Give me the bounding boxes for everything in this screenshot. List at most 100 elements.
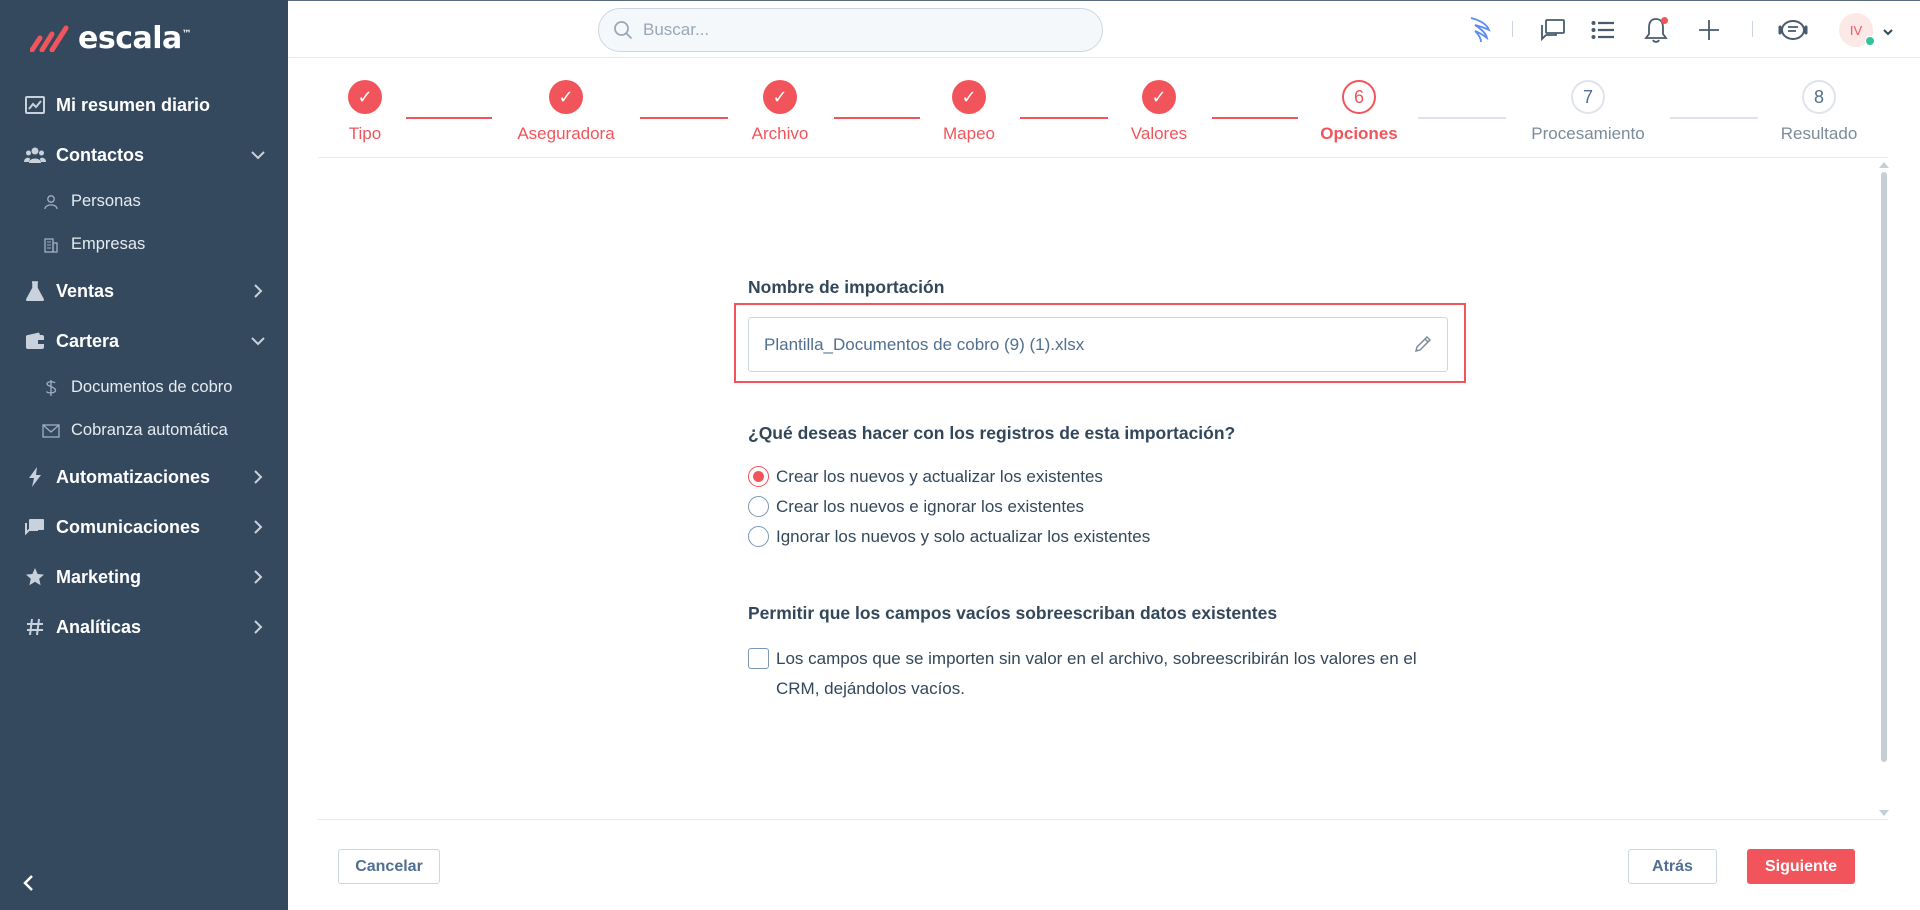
sidebar-item-contactos[interactable]: Contactos (0, 130, 288, 180)
overwrite-title: Permitir que los campos vacíos sobreescr… (748, 603, 1278, 623)
check-icon: ✓ (952, 80, 986, 114)
chevron-right-icon (250, 469, 266, 485)
sidebar-item-automatizaciones[interactable]: Automatizaciones (0, 452, 288, 502)
overwrite-checkbox[interactable] (748, 648, 769, 669)
radio-ignore-and-update[interactable]: Ignorar los nuevos y solo actualizar los… (748, 526, 1150, 547)
search-input[interactable] (643, 20, 1083, 40)
sidebar-subitem-personas[interactable]: Personas (0, 180, 288, 223)
step-number: 8 (1802, 80, 1836, 114)
check-icon: ✓ (1142, 80, 1176, 114)
step-procesamiento: 7 Procesamiento (1528, 80, 1648, 144)
chevron-down-icon (250, 333, 266, 349)
sidebar-item-label: Ventas (56, 280, 115, 301)
import-name-value: Plantilla_Documentos de cobro (9) (1).xl… (764, 334, 1085, 354)
search-icon (613, 20, 633, 40)
sidebar-item-comunicaciones[interactable]: Comunicaciones (0, 502, 288, 552)
topbar: IV (288, 0, 1920, 58)
step-valores[interactable]: ✓ Valores (1099, 80, 1219, 144)
chat-icon[interactable] (1538, 15, 1568, 45)
cancel-button[interactable]: Cancelar (338, 849, 440, 884)
flask-icon (24, 280, 46, 302)
sidebar-item-cartera[interactable]: Cartera (0, 316, 288, 366)
radio-create-and-update[interactable]: Crear los nuevos y actualizar los existe… (748, 466, 1103, 487)
step-tipo[interactable]: ✓ Tipo (305, 80, 425, 144)
sidebar-subitem-empresas[interactable]: Empresas (0, 223, 288, 266)
support-chat-icon[interactable] (1778, 15, 1808, 45)
overwrite-option[interactable]: Los campos que se importen sin valor en … (748, 644, 1448, 704)
sidebar-nav: Mi resumen diario Contactos Personas Emp… (0, 80, 288, 652)
sidebar-item-marketing[interactable]: Marketing (0, 552, 288, 602)
sidebar-subitem-label: Empresas (71, 235, 146, 253)
import-name-title: Nombre de importación (748, 277, 945, 297)
chevron-right-icon (250, 283, 266, 299)
logo-text: escala™ (78, 20, 192, 56)
step-archivo[interactable]: ✓ Archivo (720, 80, 840, 144)
chart-icon (24, 94, 46, 116)
content-scrollbar[interactable] (1881, 172, 1887, 762)
toolbar-divider (1512, 21, 1513, 37)
sidebar-item-label: Contactos (56, 144, 145, 165)
users-icon (24, 144, 46, 166)
radio-label: Ignorar los nuevos y solo actualizar los… (776, 526, 1151, 546)
step-aseguradora[interactable]: ✓ Aseguradora (506, 80, 626, 144)
bolt-icon (24, 466, 46, 488)
scroll-down-arrow[interactable] (1879, 810, 1889, 816)
chevron-right-icon (250, 619, 266, 635)
step-label: Opciones (1320, 124, 1398, 143)
step-label: Aseguradora (517, 124, 615, 143)
check-icon: ✓ (763, 80, 797, 114)
step-resultado: 8 Resultado (1759, 80, 1879, 144)
sidebar-item-mi-resumen-diario[interactable]: Mi resumen diario (0, 80, 288, 130)
envelope-icon (42, 422, 60, 440)
radio-button[interactable] (748, 466, 769, 487)
step-connector (1670, 117, 1758, 119)
import-name-field[interactable]: Plantilla_Documentos de cobro (9) (1).xl… (748, 317, 1448, 372)
pencil-icon[interactable] (1413, 334, 1435, 356)
sidebar-subitem-cobranza-automatica[interactable]: Cobranza automática (0, 409, 288, 452)
next-button[interactable]: Siguiente (1747, 849, 1855, 884)
radio-button[interactable] (748, 526, 769, 547)
person-icon (42, 193, 60, 211)
feather-icon[interactable] (1466, 15, 1496, 45)
radio-label: Crear los nuevos y actualizar los existe… (776, 466, 1103, 486)
sidebar-item-label: Mi resumen diario (56, 94, 211, 115)
sidebar-subitem-documentos-de-cobro[interactable]: Documentos de cobro (0, 366, 288, 409)
step-opciones[interactable]: 6 Opciones (1299, 80, 1419, 144)
notification-dot (1661, 17, 1668, 24)
sidebar-item-label: Analíticas (56, 616, 142, 637)
sidebar-item-ventas[interactable]: Ventas (0, 266, 288, 316)
online-status-badge (1865, 36, 1875, 46)
step-connector (1212, 117, 1298, 119)
sidebar-item-label: Automatizaciones (56, 466, 211, 487)
step-label: Resultado (1780, 124, 1858, 143)
escala-logo[interactable]: escala™ (30, 18, 192, 58)
step-label: Archivo (751, 124, 809, 143)
building-icon (42, 236, 60, 254)
sidebar-item-label: Cartera (56, 330, 120, 351)
step-label: Tipo (348, 124, 382, 143)
wallet-icon (24, 330, 46, 352)
radio-create-and-ignore[interactable]: Crear los nuevos e ignorar los existente… (748, 496, 1084, 517)
back-button[interactable]: Atrás (1628, 849, 1717, 884)
chevron-right-icon (250, 519, 266, 535)
step-number: 7 (1571, 80, 1605, 114)
search-box[interactable] (598, 8, 1103, 52)
sidebar: escala™ Mi resumen diario Contactos Pers… (0, 0, 288, 910)
chevron-down-icon[interactable] (1882, 25, 1894, 37)
collapse-sidebar-icon[interactable] (18, 872, 40, 894)
bell-icon[interactable] (1641, 15, 1671, 45)
list-icon[interactable] (1588, 15, 1618, 45)
step-number: 6 (1342, 80, 1376, 114)
step-connector (834, 117, 920, 119)
step-label: Procesamiento (1531, 124, 1645, 143)
radio-button[interactable] (748, 496, 769, 517)
hash-icon (24, 616, 46, 638)
plus-icon[interactable] (1694, 15, 1724, 45)
step-connector (640, 117, 728, 119)
star-icon (24, 566, 46, 588)
chevron-down-icon (250, 147, 266, 163)
dollar-icon (42, 379, 60, 397)
scroll-up-arrow[interactable] (1879, 162, 1889, 168)
step-mapeo[interactable]: ✓ Mapeo (909, 80, 1029, 144)
sidebar-item-analiticas[interactable]: Analíticas (0, 602, 288, 652)
